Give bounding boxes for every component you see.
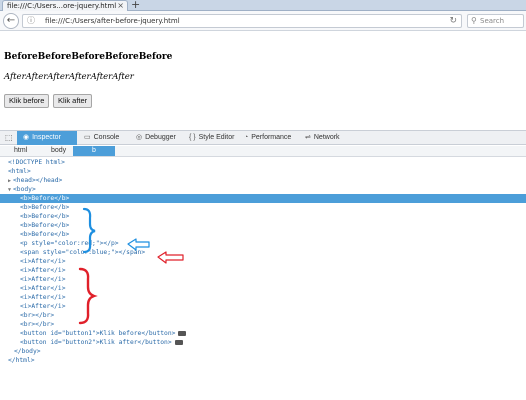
klik-before-button[interactable]: Klik before — [4, 94, 50, 108]
markup-node[interactable]: <br></br> — [0, 320, 526, 329]
url-text: file:///C:/Users/after-before-jquery.htm… — [45, 17, 180, 25]
tab-label: Console — [93, 134, 120, 141]
reload-icon[interactable]: ↻ — [449, 15, 457, 27]
tab-label: Inspector — [32, 134, 61, 141]
markup-node[interactable]: <br></br> — [0, 311, 526, 320]
breadcrumb-body[interactable]: body — [51, 146, 66, 156]
after-text: AfterAfterAfterAfterAfterAfter — [4, 72, 134, 82]
markup-node-selected[interactable]: <b>Before</b> — [0, 194, 526, 203]
tab-label: Network — [313, 134, 340, 141]
markup-node[interactable]: ▼ <body> — [0, 185, 526, 194]
markup-node[interactable]: </html> — [0, 356, 526, 365]
markup-node[interactable]: <p style="color:red;"></p> — [0, 239, 526, 248]
navigation-bar: ← ⓘ file:///C:/Users/after-before-jquery… — [0, 11, 526, 31]
event-badge-icon[interactable] — [174, 339, 183, 345]
tab-label: Debugger — [145, 134, 176, 141]
back-button[interactable]: ← — [3, 13, 19, 29]
markup-node[interactable]: <i>After</i> — [0, 275, 526, 284]
markup-node[interactable]: <i>After</i> — [0, 257, 526, 266]
page-info-icon[interactable]: ⓘ — [27, 15, 35, 27]
performance-icon: ◔ — [244, 134, 249, 141]
expand-arrow-icon[interactable]: ▶ — [8, 178, 11, 184]
markup-node[interactable]: ▶ <head></head> — [0, 176, 526, 185]
debugger-icon: ◎ — [136, 134, 143, 141]
tab-label: Style Editor — [198, 134, 235, 141]
klik-after-button[interactable]: Klik after — [53, 94, 93, 108]
console-icon: ▭ — [84, 134, 91, 141]
inspector-icon: ◉ — [23, 134, 30, 141]
markup-node[interactable]: <!DOCTYPE html> — [0, 158, 526, 167]
markup-node[interactable]: <b>Before</b> — [0, 203, 526, 212]
markup-node[interactable]: <i>After</i> — [0, 302, 526, 311]
markup-node[interactable]: <html> — [0, 167, 526, 176]
page-content: BeforeBeforeBeforeBeforeBefore AfterAfte… — [0, 32, 526, 127]
markup-node[interactable]: <span style="color:blue;"></span> — [0, 248, 526, 257]
devtools-toolbar: ⬚ ◉ Inspector ▭ Console ◎ Debugger { } Style… — [0, 130, 526, 145]
tab-inspector[interactable]: ◉ Inspector — [17, 131, 77, 145]
url-bar[interactable]: ⓘ file:///C:/Users/after-before-jquery.h… — [22, 14, 462, 28]
event-badge-icon[interactable] — [178, 330, 187, 336]
breadcrumb: html body b — [0, 146, 526, 157]
tab-label: Performance — [251, 134, 292, 141]
markup-node[interactable]: <b>Before</b> — [0, 221, 526, 230]
markup-node[interactable]: <i>After</i> — [0, 293, 526, 302]
tab-style-editor[interactable]: { } Style Editor — [189, 131, 234, 145]
markup-node[interactable]: <i>After</i> — [0, 266, 526, 275]
markup-node[interactable]: <b>Before</b> — [0, 212, 526, 221]
search-icon: ⚲ — [471, 16, 477, 25]
new-tab-button[interactable]: + — [131, 0, 140, 11]
breadcrumb-html[interactable]: html — [14, 146, 27, 156]
search-placeholder: Search — [480, 17, 505, 25]
tab-console[interactable]: ▭ Console — [84, 131, 119, 145]
markup-node[interactable]: <b>Before</b> — [0, 230, 526, 239]
element-picker-icon[interactable]: ⬚ — [5, 133, 13, 142]
style-editor-icon: { } — [189, 134, 196, 141]
network-icon: ⇌ — [305, 134, 311, 141]
tab-debugger[interactable]: ◎ Debugger — [136, 131, 176, 145]
back-arrow-icon: ← — [6, 15, 16, 26]
tab-performance[interactable]: ◔ Performance — [244, 131, 291, 145]
tab-strip: file:///C:/Users...ore-jquery.html × + — [0, 0, 526, 11]
tab-title: file:///C:/Users...ore-jquery.html — [7, 2, 117, 10]
markup-node[interactable]: <button id="button2">Klik after</button> — [0, 338, 526, 347]
browser-tab[interactable]: file:///C:/Users...ore-jquery.html × — [2, 0, 128, 11]
markup-node[interactable]: </body> — [0, 347, 526, 356]
breadcrumb-b[interactable]: b — [73, 146, 115, 156]
search-box[interactable]: ⚲ Search — [467, 14, 524, 28]
markup-tree: <!DOCTYPE html> <html> ▶ <head></head> ▼ <… — [0, 157, 526, 400]
tab-network[interactable]: ⇌ Network — [305, 131, 340, 145]
markup-node[interactable]: <i>After</i> — [0, 284, 526, 293]
collapse-arrow-icon[interactable]: ▼ — [8, 187, 11, 193]
before-text: BeforeBeforeBeforeBeforeBefore — [4, 52, 173, 62]
markup-node[interactable]: <button id="button1">Klik before</button… — [0, 329, 526, 338]
close-tab-icon[interactable]: × — [117, 1, 124, 11]
